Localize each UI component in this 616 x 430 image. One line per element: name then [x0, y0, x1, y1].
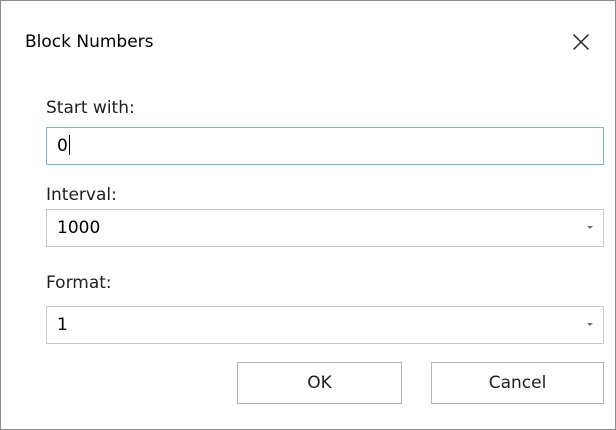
start-with-input[interactable]: 0 [46, 127, 604, 165]
text-caret [68, 134, 70, 155]
start-with-label: Start with: [46, 98, 135, 118]
start-with-value: 0 [57, 136, 68, 156]
interval-combobox[interactable]: 1000 [46, 209, 604, 247]
ok-button[interactable]: OK [237, 362, 402, 404]
close-icon [573, 34, 589, 50]
block-numbers-dialog: Block Numbers Start with: 0 Interval: 10… [0, 0, 616, 430]
chevron-down-icon [587, 323, 593, 326]
cancel-button[interactable]: Cancel [431, 362, 604, 404]
interval-value: 1000 [57, 218, 101, 238]
format-value: 1 [57, 315, 68, 335]
format-combobox[interactable]: 1 [46, 306, 604, 344]
dialog-title: Block Numbers [25, 32, 154, 52]
interval-label: Interval: [46, 185, 117, 205]
format-label: Format: [46, 273, 112, 293]
chevron-down-icon [587, 226, 593, 229]
close-button[interactable] [547, 1, 615, 83]
title-bar: Block Numbers [1, 1, 615, 83]
